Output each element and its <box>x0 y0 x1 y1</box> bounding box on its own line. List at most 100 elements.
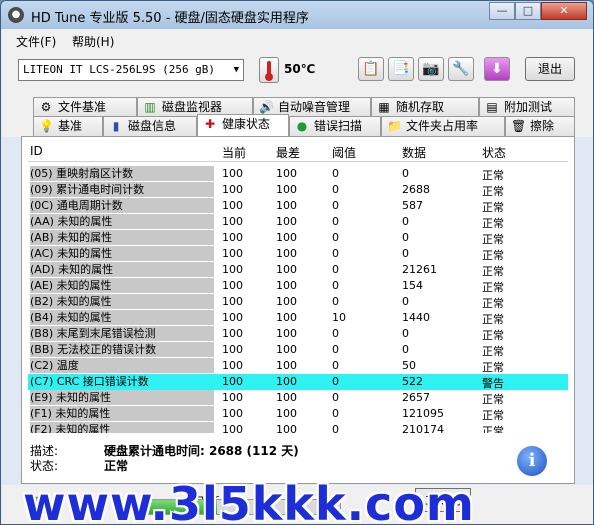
cell-status: 正常 <box>482 265 504 278</box>
cell-data: 154 <box>402 279 423 292</box>
table-row[interactable]: (AA) 未知的属性 100 100 0 0 正常 <box>28 214 568 230</box>
copy-icon: 📋 <box>362 61 380 77</box>
cell-threshold: 0 <box>332 215 339 228</box>
cell-worst: 100 <box>276 167 297 180</box>
cell-data: 0 <box>402 295 409 308</box>
table-row[interactable]: (09) 累计通电时间计数 100 100 0 2688 正常 <box>28 182 568 198</box>
thermometer-icon <box>259 57 279 83</box>
table-row[interactable]: (AC) 未知的属性 100 100 0 0 正常 <box>28 246 568 262</box>
cell-status: 正常 <box>482 201 504 214</box>
col-threshold[interactable]: 阈值 <box>332 144 356 161</box>
tab-label: 随机存取 <box>396 100 445 114</box>
table-row[interactable]: (AD) 未知的属性 100 100 0 21261 正常 <box>28 262 568 278</box>
table-row[interactable]: (B4) 未知的属性 100 100 10 1440 正常 <box>28 310 568 326</box>
screenshot-button[interactable]: 📷 <box>418 57 444 81</box>
tab-erase[interactable]: 🗑 擦除 <box>505 116 575 136</box>
table-row[interactable]: (E9) 未知的属性 100 100 0 2657 正常 <box>28 390 568 406</box>
table-row[interactable]: (C7) CRC 接口错误计数 100 100 0 522 警告 <box>28 374 568 390</box>
cell-current: 100 <box>222 375 243 388</box>
col-data[interactable]: 数据 <box>402 144 426 161</box>
download-icon: ⬇ <box>491 61 503 77</box>
drive-select[interactable]: LITEON IT LCS-256L9S (256 gB) ▼ <box>18 59 244 81</box>
cell-current: 100 <box>222 231 243 244</box>
tab-file-benchmark[interactable]: ⚙ 文件基准 <box>33 97 137 117</box>
cell-status: 警告 <box>482 377 504 390</box>
minimize-button[interactable]: — <box>489 2 515 20</box>
table-row[interactable]: (B8) 末尾到末尾错误检测 100 100 0 0 正常 <box>28 326 568 342</box>
cell-worst: 100 <box>276 327 297 340</box>
col-current[interactable]: 当前 <box>222 144 246 161</box>
chevron-down-icon: ▼ <box>233 65 239 75</box>
col-status[interactable]: 状态 <box>482 144 506 161</box>
cell-data: 21261 <box>402 263 437 276</box>
menu-file[interactable]: 文件(F) <box>16 33 56 50</box>
cell-worst: 100 <box>276 343 297 356</box>
table-row[interactable]: (C2) 温度 100 100 0 50 正常 <box>28 358 568 374</box>
table-row[interactable]: (0C) 通电周期计数 100 100 0 587 正常 <box>28 198 568 214</box>
cell-current: 100 <box>222 407 243 420</box>
cell-id: (AE) 未知的属性 <box>30 278 214 293</box>
cell-threshold: 0 <box>332 343 339 356</box>
table-row[interactable]: (F1) 未知的属性 100 100 0 121095 正常 <box>28 406 568 422</box>
health-panel: ID 当前 最差 阈值 数据 状态 (05) 重映射扇区计数 100 100 0 0 正常… <box>21 136 575 484</box>
table-row[interactable]: (05) 重映射扇区计数 100 100 0 0 正常 <box>28 166 568 182</box>
options-button[interactable]: 🔧 <box>448 57 474 81</box>
tab-label: 健康状态 <box>222 117 271 131</box>
table-row[interactable]: (AE) 未知的属性 100 100 0 154 正常 <box>28 278 568 294</box>
extra-tests-icon: ▤ <box>486 100 498 114</box>
cell-threshold: 0 <box>332 295 339 308</box>
exit-button[interactable]: 退出 <box>525 57 575 81</box>
cell-status: 正常 <box>482 345 504 358</box>
tab-label: 文件夹占用率 <box>406 119 479 133</box>
menu-help[interactable]: 帮助(H) <box>72 33 114 50</box>
benchmark-icon: 💡 <box>39 119 54 133</box>
info-icon[interactable]: i <box>517 446 547 476</box>
cell-current: 100 <box>222 279 243 292</box>
cell-data: 522 <box>402 375 423 388</box>
table-row[interactable]: (B2) 未知的属性 100 100 0 0 正常 <box>28 294 568 310</box>
cell-status: 正常 <box>482 297 504 310</box>
cell-status: 正常 <box>482 409 504 422</box>
cell-worst: 100 <box>276 423 297 433</box>
cell-status: 正常 <box>482 169 504 182</box>
save-button[interactable]: ⬇ <box>484 57 510 81</box>
table-row[interactable]: (F2) 未知的属性 100 100 0 210174 正常 <box>28 422 568 433</box>
tab-extra-tests[interactable]: ▤ 附加测试 <box>479 97 575 117</box>
cell-threshold: 0 <box>332 263 339 276</box>
cell-id: (C2) 温度 <box>30 358 214 373</box>
tab-error-scan[interactable]: ● 错误扫描 <box>289 116 381 136</box>
close-button[interactable]: ✕ <box>541 2 587 20</box>
cell-id: (B8) 末尾到末尾错误检测 <box>30 326 214 341</box>
main-window: ● HD Tune 专业版 5.50 - 硬盘/固态硬盘实用程序 — □ ✕ 文… <box>0 0 594 525</box>
copy-info-button[interactable]: 📋 <box>358 57 384 81</box>
cell-current: 100 <box>222 167 243 180</box>
copy-all-button[interactable]: 📑 <box>388 57 414 81</box>
cell-status: 正常 <box>482 233 504 246</box>
tab-label: 错误扫描 <box>314 119 363 133</box>
menu-bar: 文件(F) 帮助(H) <box>2 29 593 51</box>
tab-random-access[interactable]: ▦ 随机存取 <box>371 97 479 117</box>
cell-current: 100 <box>222 295 243 308</box>
cell-current: 100 <box>222 327 243 340</box>
cell-id: (AB) 未知的属性 <box>30 230 214 245</box>
tab-disk-info[interactable]: ▮ 磁盘信息 <box>103 116 197 136</box>
table-row[interactable]: (BB) 无法校正的错误计数 100 100 0 0 正常 <box>28 342 568 358</box>
maximize-button[interactable]: □ <box>515 2 541 20</box>
cell-threshold: 0 <box>332 423 339 433</box>
cell-current: 100 <box>222 263 243 276</box>
col-worst[interactable]: 最差 <box>276 144 300 161</box>
tab-benchmark[interactable]: 💡 基准 <box>33 116 103 136</box>
cell-current: 100 <box>222 359 243 372</box>
cell-status: 正常 <box>482 425 504 433</box>
table-row[interactable]: (AB) 未知的属性 100 100 0 0 正常 <box>28 230 568 246</box>
cell-id: (F1) 未知的属性 <box>30 406 214 421</box>
col-id[interactable]: ID <box>30 144 43 158</box>
cell-id: (AD) 未知的属性 <box>30 262 214 277</box>
tab-health[interactable]: ✚ 健康状态 <box>197 114 289 136</box>
tab-folder-usage[interactable]: 📁 文件夹占用率 <box>381 116 505 136</box>
cell-worst: 100 <box>276 247 297 260</box>
cell-status: 正常 <box>482 281 504 294</box>
tab-label: 磁盘监视器 <box>162 100 223 114</box>
health-icon: ✚ <box>204 117 216 131</box>
cell-worst: 100 <box>276 263 297 276</box>
